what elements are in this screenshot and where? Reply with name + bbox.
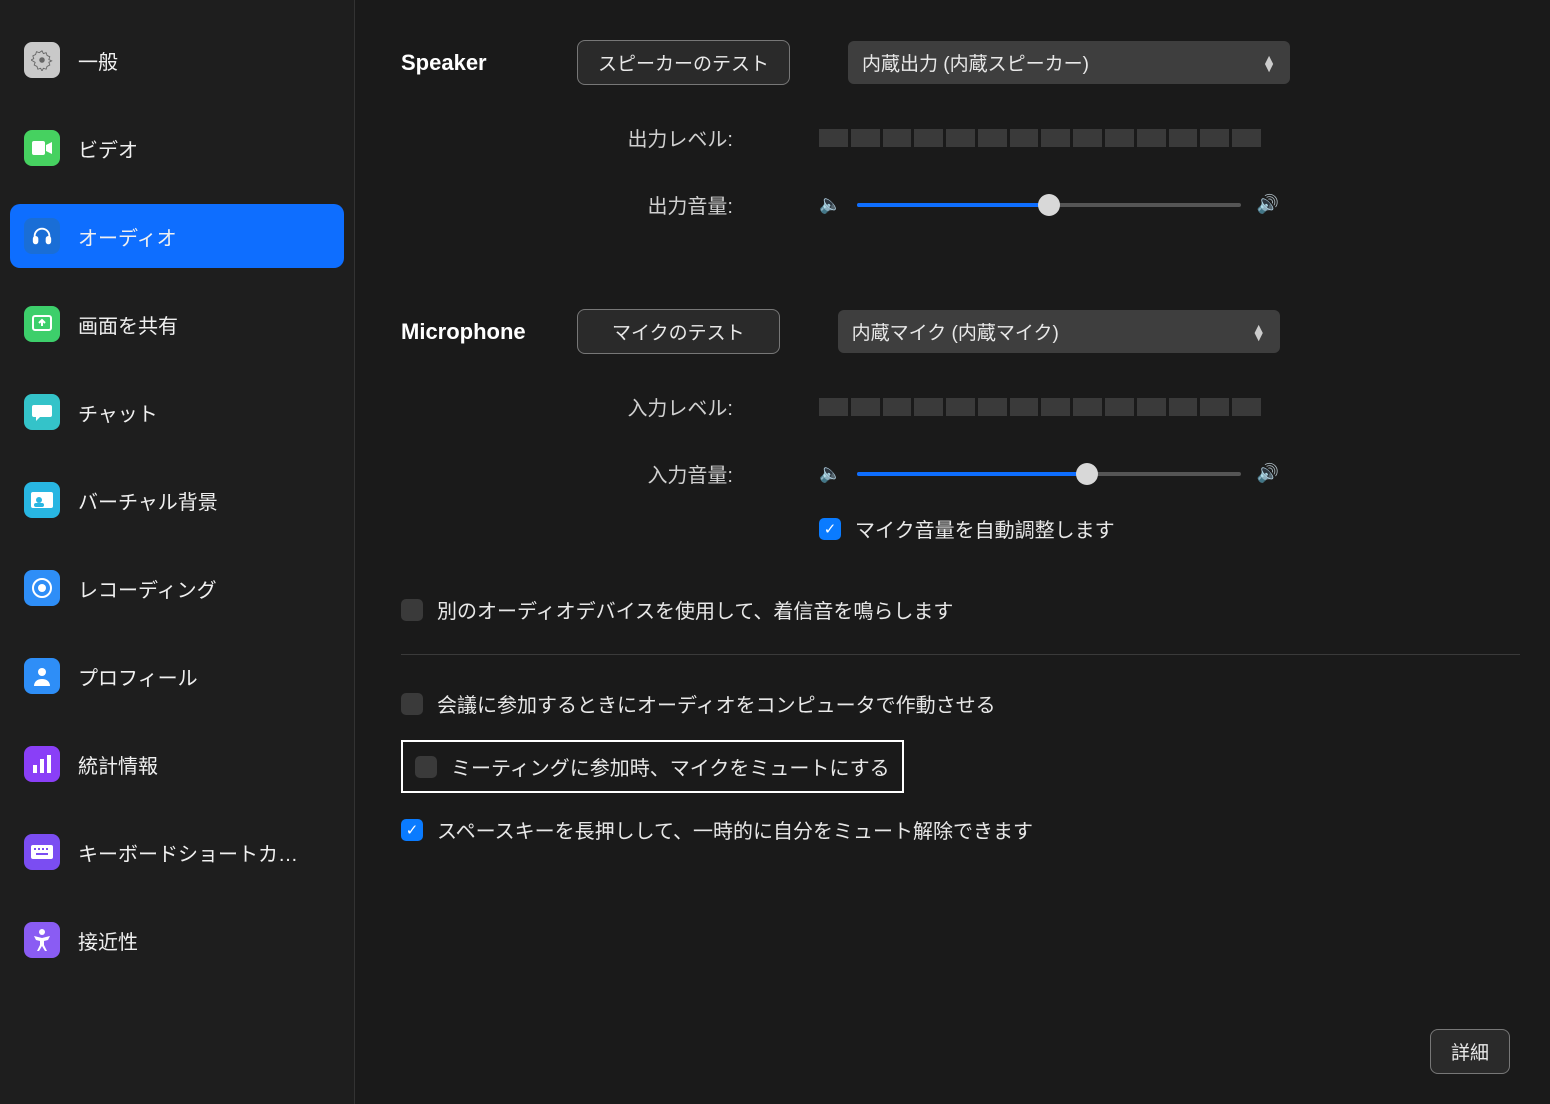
join-computer-audio-checkbox[interactable] bbox=[401, 693, 423, 715]
mic-device-select[interactable]: 内蔵マイク (内蔵マイク) ▲▼ bbox=[838, 310, 1280, 353]
volume-high-icon: 🔊 bbox=[1257, 194, 1279, 215]
test-mic-button[interactable]: マイクのテスト bbox=[577, 309, 780, 354]
volume-high-icon: 🔊 bbox=[1257, 463, 1279, 484]
sidebar-item-video[interactable]: ビデオ bbox=[10, 116, 344, 180]
speaker-heading: Speaker bbox=[401, 50, 577, 76]
sidebar-item-label: 一般 bbox=[78, 46, 118, 75]
sidebar-item-label: キーボードショートカ… bbox=[78, 838, 298, 867]
output-level-label: 出力レベル: bbox=[401, 123, 761, 152]
stats-icon bbox=[24, 746, 60, 782]
divider bbox=[401, 654, 1520, 655]
content-pane: Speaker スピーカーのテスト 内蔵出力 (内蔵スピーカー) ▲▼ 出力レベ… bbox=[355, 0, 1550, 1104]
share-screen-icon bbox=[24, 306, 60, 342]
sidebar-item-accessibility[interactable]: 接近性 bbox=[10, 908, 344, 972]
sidebar-item-profile[interactable]: プロフィール bbox=[10, 644, 344, 708]
sidebar-item-virtual-background[interactable]: バーチャル背景 bbox=[10, 468, 344, 532]
chat-icon bbox=[24, 394, 60, 430]
keyboard-icon bbox=[24, 834, 60, 870]
sidebar-item-label: ビデオ bbox=[78, 134, 138, 163]
sidebar-item-chat[interactable]: チャット bbox=[10, 380, 344, 444]
sidebar-item-keyboard-shortcuts[interactable]: キーボードショートカ… bbox=[10, 820, 344, 884]
speaker-device-value: 内蔵出力 (内蔵スピーカー) bbox=[862, 49, 1089, 76]
mute-on-join-checkbox[interactable] bbox=[415, 756, 437, 778]
separate-ring-device-label: 別のオーディオデバイスを使用して、着信音を鳴らします bbox=[437, 595, 953, 624]
sidebar-item-label: オーディオ bbox=[78, 222, 177, 251]
output-volume-label: 出力音量: bbox=[401, 190, 761, 219]
microphone-heading: Microphone bbox=[401, 319, 577, 345]
mute-on-join-label: ミーティングに参加時、マイクをミュートにする bbox=[451, 752, 890, 781]
camera-icon bbox=[24, 130, 60, 166]
join-computer-audio-label: 会議に参加するときにオーディオをコンピュータで作動させる bbox=[437, 689, 996, 718]
sidebar: 一般 ビデオ オーディオ 画面を共有 チャット バーチャル背景 レコーディング … bbox=[0, 0, 355, 1104]
details-button[interactable]: 詳細 bbox=[1430, 1029, 1510, 1074]
auto-adjust-mic-checkbox[interactable]: ✓ bbox=[819, 518, 841, 540]
sidebar-item-statistics[interactable]: 統計情報 bbox=[10, 732, 344, 796]
volume-low-icon: 🔈 bbox=[819, 463, 841, 484]
accessibility-icon bbox=[24, 922, 60, 958]
input-volume-slider[interactable] bbox=[857, 472, 1240, 476]
separate-ring-device-checkbox[interactable] bbox=[401, 599, 423, 621]
person-icon bbox=[24, 658, 60, 694]
sidebar-item-label: チャット bbox=[78, 398, 158, 427]
output-level-meter bbox=[819, 129, 1261, 147]
space-unmute-label: スペースキーを長押しして、一時的に自分をミュート解除できます bbox=[437, 815, 1033, 844]
output-volume-slider[interactable] bbox=[857, 203, 1240, 207]
sidebar-item-audio[interactable]: オーディオ bbox=[10, 204, 344, 268]
sidebar-item-recording[interactable]: レコーディング bbox=[10, 556, 344, 620]
sidebar-item-label: バーチャル背景 bbox=[78, 486, 218, 515]
input-volume-label: 入力音量: bbox=[401, 459, 761, 488]
sidebar-item-label: レコーディング bbox=[78, 574, 217, 603]
sidebar-item-label: プロフィール bbox=[78, 662, 198, 691]
input-level-meter bbox=[819, 398, 1261, 416]
sidebar-item-share-screen[interactable]: 画面を共有 bbox=[10, 292, 344, 356]
chevron-updown-icon: ▲▼ bbox=[1262, 55, 1276, 71]
volume-low-icon: 🔈 bbox=[819, 194, 841, 215]
sidebar-item-general[interactable]: 一般 bbox=[10, 28, 344, 92]
sidebar-item-label: 画面を共有 bbox=[78, 310, 178, 339]
mic-device-value: 内蔵マイク (内蔵マイク) bbox=[852, 318, 1059, 345]
chevron-updown-icon: ▲▼ bbox=[1252, 324, 1266, 340]
input-level-label: 入力レベル: bbox=[401, 392, 761, 421]
headphones-icon bbox=[24, 218, 60, 254]
sidebar-item-label: 接近性 bbox=[78, 926, 138, 955]
mute-on-join-highlight: ミーティングに参加時、マイクをミュートにする bbox=[401, 740, 904, 793]
sidebar-item-label: 統計情報 bbox=[78, 750, 158, 779]
auto-adjust-mic-label: マイク音量を自動調整します bbox=[855, 514, 1115, 543]
speaker-device-select[interactable]: 内蔵出力 (内蔵スピーカー) ▲▼ bbox=[848, 41, 1290, 84]
record-icon bbox=[24, 570, 60, 606]
gear-icon bbox=[24, 42, 60, 78]
test-speaker-button[interactable]: スピーカーのテスト bbox=[577, 40, 790, 85]
virtual-bg-icon bbox=[24, 482, 60, 518]
space-unmute-checkbox[interactable]: ✓ bbox=[401, 819, 423, 841]
